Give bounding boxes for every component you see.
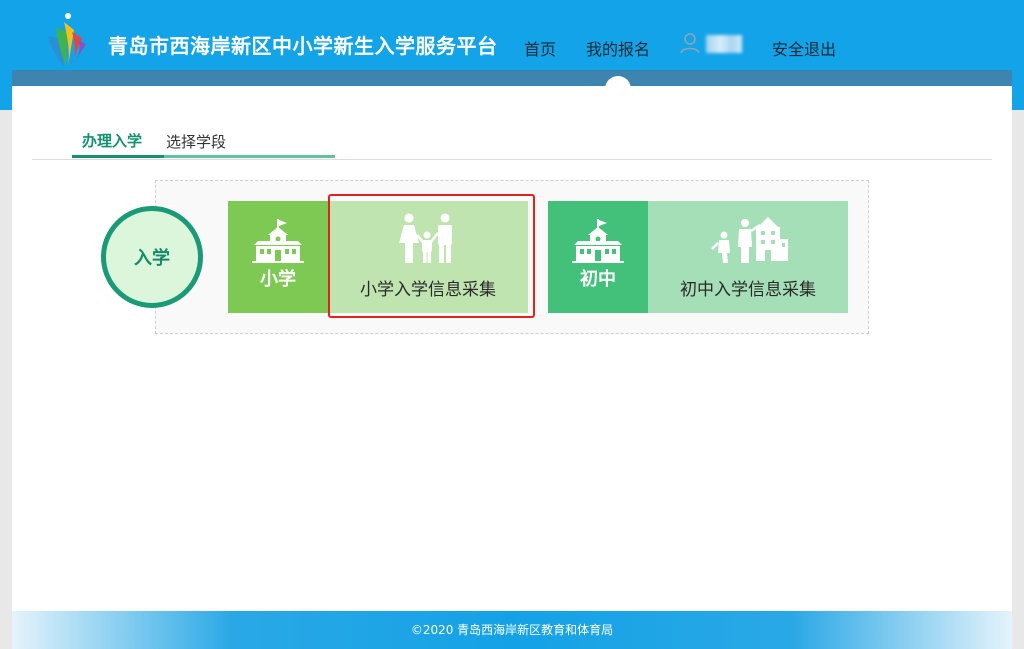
tab-other-underline [164, 155, 335, 158]
school-icon [572, 219, 624, 263]
family-icon [399, 213, 452, 263]
main-panel: 办理入学 选择学段 入学 小学 小学入学信息采集 初中 初中入学信息采集 [12, 86, 1012, 611]
logo-icon [48, 13, 86, 66]
footer-copyright: ©2020 青岛西海岸新区教育和体育局 [410, 623, 614, 637]
step-tabs: 办理入学 选择学段 [32, 128, 992, 160]
enroll-badge: 入学 [101, 206, 203, 308]
user-name-blurred[interactable] [706, 35, 742, 53]
middle-info-collection-button[interactable]: 初中入学信息采集 [648, 201, 848, 313]
site-title: 青岛市西海岸新区中小学新生入学服务平台 [108, 34, 498, 58]
primary-info-collection-button[interactable]: 小学入学信息采集 [328, 201, 528, 313]
level-label-middle: 初中 [580, 269, 616, 290]
level-tile-middle[interactable]: 初中 [548, 201, 648, 313]
level-tile-primary[interactable]: 小学 [228, 201, 328, 313]
tab-choose-level[interactable]: 选择学段 [166, 131, 226, 152]
tab-handle-enrollment[interactable]: 办理入学 [82, 130, 142, 151]
school-icon [252, 219, 304, 263]
nav-logout[interactable]: 安全退出 [772, 36, 836, 60]
nav-home[interactable]: 首页 [524, 36, 556, 60]
footer: ©2020 青岛西海岸新区教育和体育局 [12, 611, 1012, 649]
nav-my-registration[interactable]: 我的报名 [586, 36, 650, 60]
level-label-primary: 小学 [260, 269, 296, 290]
tab-active-underline [72, 155, 164, 158]
user-icon [680, 33, 700, 54]
enroll-label: 入学 [134, 248, 170, 269]
middle-info-collection-label: 初中入学信息采集 [680, 280, 816, 300]
primary-info-collection-label: 小学入学信息采集 [360, 280, 496, 300]
header-band [12, 70, 1012, 86]
students-icon [711, 217, 788, 263]
